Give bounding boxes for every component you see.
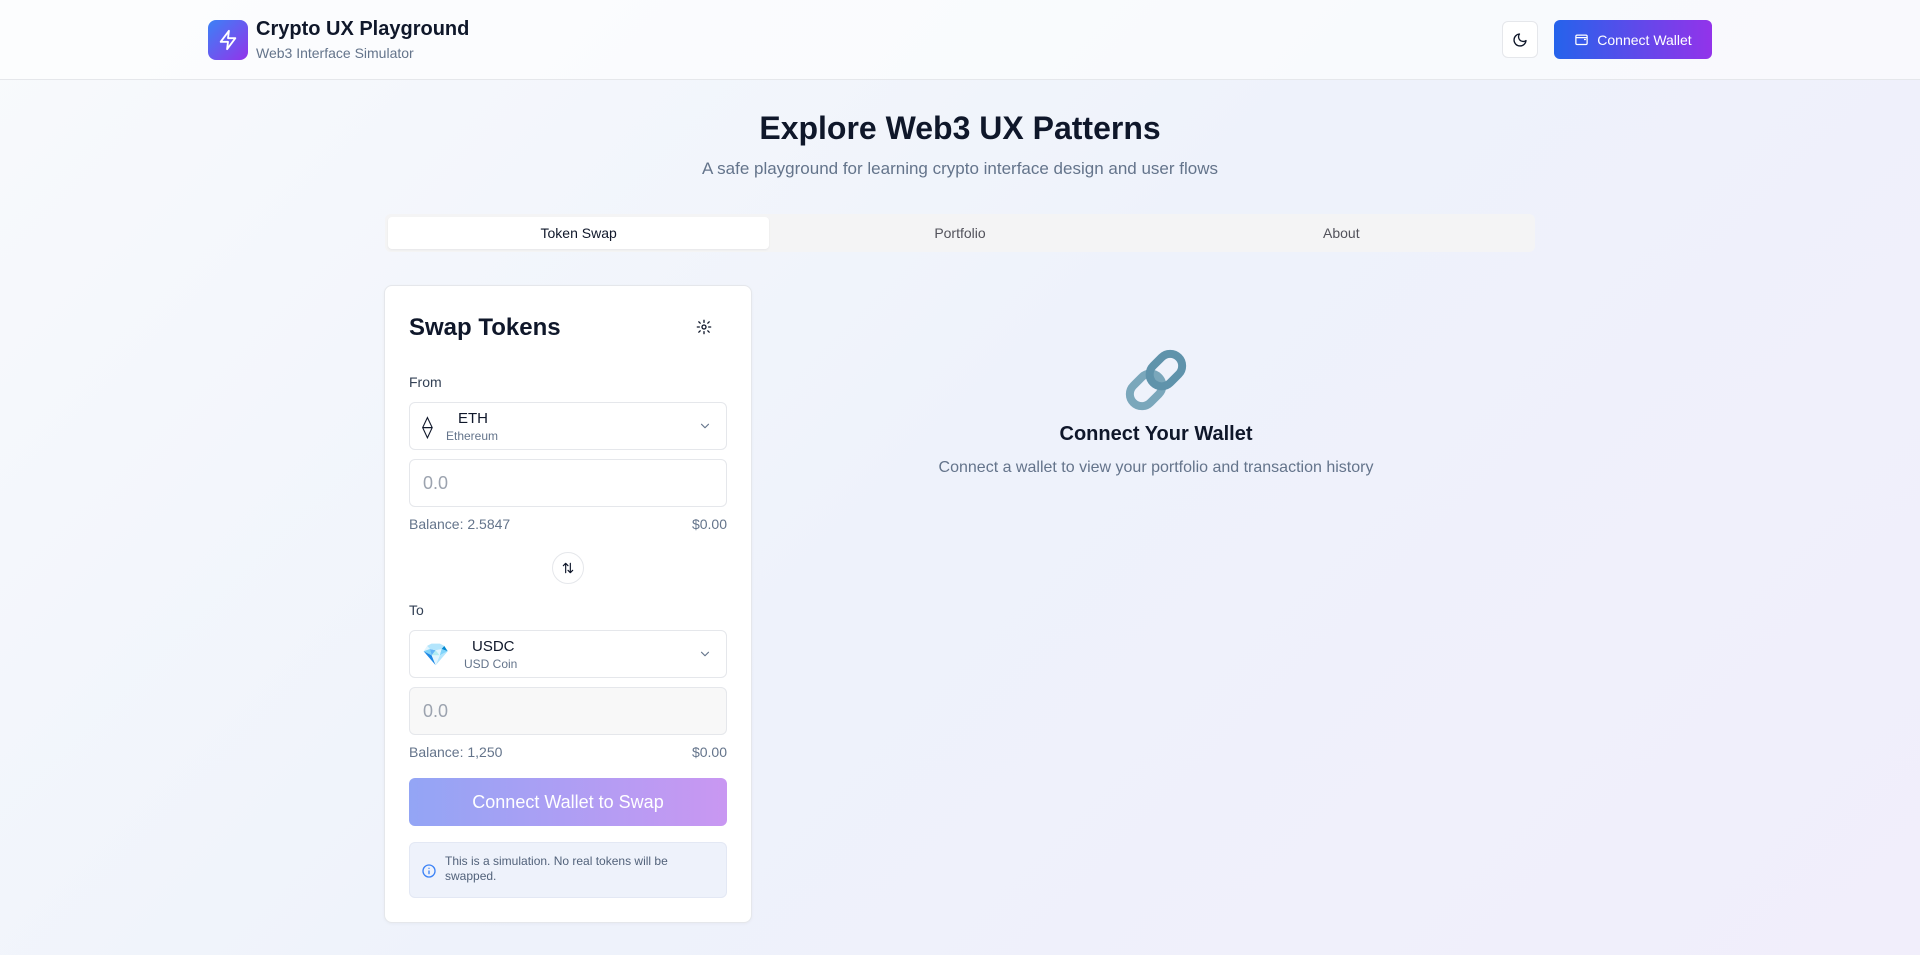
lightning-bolt-icon xyxy=(208,20,248,60)
tab-token-swap[interactable]: Token Swap xyxy=(388,217,770,249)
from-token-name: Ethereum xyxy=(446,429,499,443)
to-token-name: USD Coin xyxy=(464,657,518,671)
info-icon xyxy=(422,864,436,878)
connect-wallet-button[interactable]: Connect Wallet xyxy=(1554,20,1712,59)
connect-your-wallet-title: Connect Your Wallet xyxy=(1059,423,1253,445)
moon-icon xyxy=(1513,32,1527,47)
connect-your-wallet-subtitle: Connect a wallet to view your portfolio … xyxy=(938,459,1374,476)
to-balance: Balance: 1,250 xyxy=(409,744,503,760)
app-subtitle: Web3 Interface Simulator xyxy=(256,45,414,61)
from-label: From xyxy=(409,374,442,390)
swap-card: Swap Tokens From ⟠ ETH Ethereum 0.0 Bala… xyxy=(384,285,752,923)
from-token-select[interactable]: ⟠ ETH Ethereum xyxy=(409,402,727,450)
tab-portfolio[interactable]: Portfolio xyxy=(769,217,1150,249)
to-label: To xyxy=(409,602,424,618)
settings-button[interactable] xyxy=(695,318,713,336)
link-icon xyxy=(1116,340,1196,420)
ethereum-icon: ⟠ xyxy=(422,414,433,439)
to-token-symbol: USDC xyxy=(472,638,515,655)
chevron-down-icon xyxy=(700,423,710,429)
chevron-down-icon xyxy=(700,651,710,657)
simulation-notice: This is a simulation. No real tokens wil… xyxy=(409,842,727,898)
wallet-icon xyxy=(1575,34,1589,46)
from-usd-value: $0.00 xyxy=(691,516,727,532)
connect-wallet-label: Connect Wallet xyxy=(1597,31,1692,48)
tab-about[interactable]: About xyxy=(1151,217,1532,249)
to-token-select[interactable]: 💎 USDC USD Coin xyxy=(409,630,727,678)
gem-icon: 💎 xyxy=(422,642,450,667)
from-token-symbol: ETH xyxy=(458,410,488,427)
app-header: Crypto UX Playground Web3 Interface Simu… xyxy=(0,0,1920,80)
from-balance: Balance: 2.5847 xyxy=(409,516,511,532)
to-usd-value: $0.00 xyxy=(691,744,727,760)
swap-card-title: Swap Tokens xyxy=(409,314,561,341)
theme-toggle-button[interactable] xyxy=(1502,21,1538,58)
tab-list: Token Swap Portfolio About xyxy=(385,214,1535,252)
page-title: Explore Web3 UX Patterns xyxy=(759,110,1161,146)
to-amount-input[interactable]: 0.0 xyxy=(409,687,727,735)
from-balance-row: Balance: 2.5847 $0.00 xyxy=(409,516,727,532)
connect-wallet-to-swap-button[interactable]: Connect Wallet to Swap xyxy=(409,778,727,826)
from-amount-input[interactable]: 0.0 xyxy=(409,459,727,507)
swap-arrows-icon xyxy=(562,562,574,574)
to-balance-row: Balance: 1,250 $0.00 xyxy=(409,744,727,760)
gear-icon xyxy=(696,319,712,335)
flip-tokens-button[interactable] xyxy=(552,552,584,584)
simulation-notice-text: This is a simulation. No real tokens wil… xyxy=(445,854,668,883)
app-title: Crypto UX Playground xyxy=(256,18,470,40)
page-subtitle: A safe playground for learning crypto in… xyxy=(702,159,1218,178)
